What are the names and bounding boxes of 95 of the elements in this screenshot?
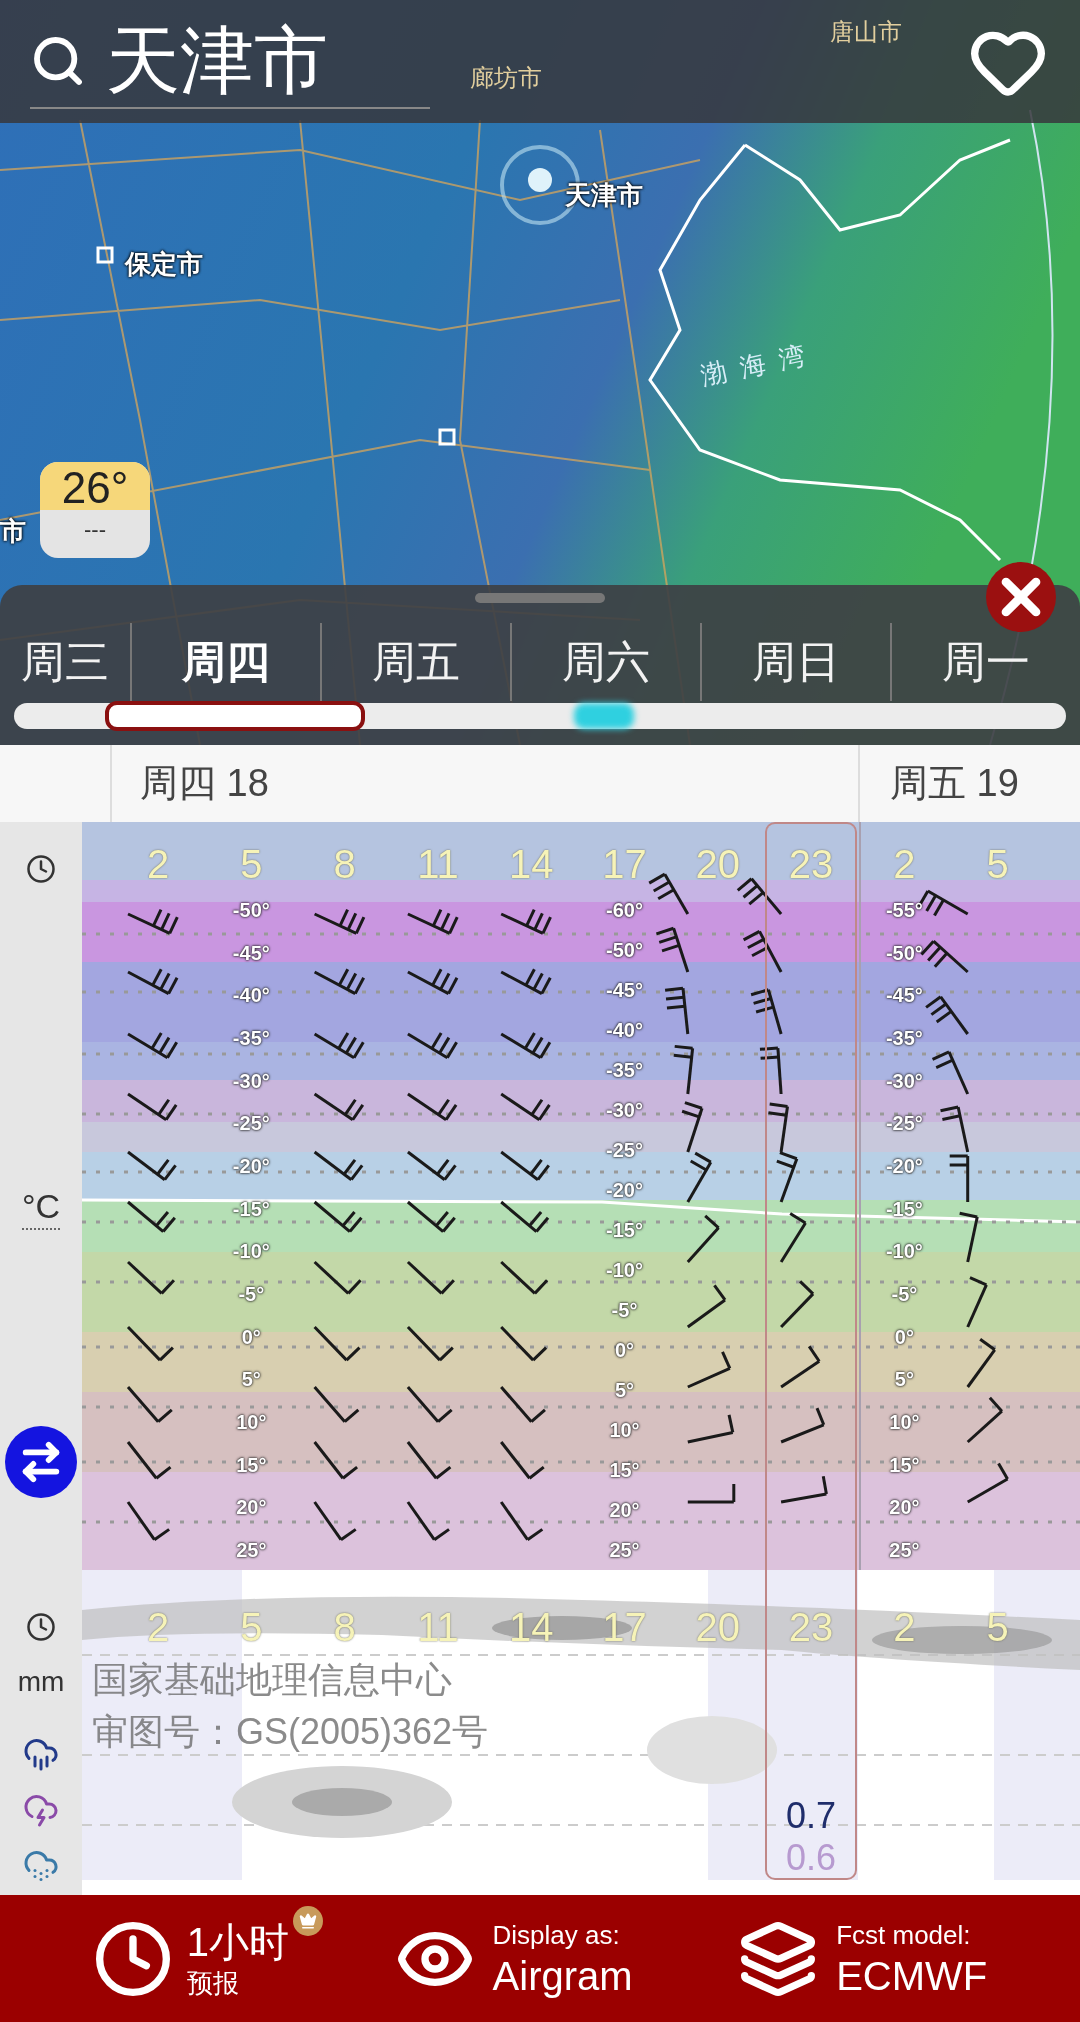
- precipitation-value: 0.7: [785, 1798, 838, 1834]
- isotherm-label: -5°: [890, 1284, 919, 1304]
- map-label: 市: [0, 515, 26, 548]
- hour-label: 2: [892, 844, 917, 884]
- map-label: 廊坊市: [470, 63, 542, 93]
- isotherm-label: 10°: [608, 1420, 641, 1440]
- hour-label: 14: [507, 844, 555, 884]
- isotherm-label: -5°: [237, 1284, 266, 1304]
- isotherm-label: 10°: [888, 1412, 921, 1432]
- isotherm-label: 10°: [235, 1412, 268, 1432]
- isotherm-label: -30°: [884, 1070, 924, 1091]
- isotherm-label: -20°: [884, 1156, 924, 1176]
- date-header: 周五 19: [889, 761, 1019, 806]
- isotherm-label: 0°: [893, 1326, 915, 1347]
- display-mode-button[interactable]: Display as: Airgram: [394, 1917, 633, 2000]
- interval-label: 1小时: [186, 1918, 289, 1966]
- isotherm-label: -10°: [231, 1241, 271, 1262]
- hour-label: 5: [985, 1607, 1010, 1647]
- isotherm-label: 25°: [235, 1540, 268, 1560]
- hour-label: 2: [145, 844, 171, 884]
- model-button[interactable]: Fcst model: ECMWF: [738, 1917, 988, 2000]
- map-attribution: 国家基础地理信息中心: [92, 1658, 453, 1702]
- interval-caption: 预报: [186, 1966, 239, 2000]
- isotherm-label: -60°: [605, 900, 644, 920]
- isotherm-label: -5°: [610, 1300, 639, 1320]
- isotherm-label: -20°: [231, 1156, 271, 1176]
- isotherm-label: -35°: [605, 1060, 644, 1080]
- day-tab[interactable]: 周日: [700, 623, 890, 701]
- isotherm-label: -50°: [884, 942, 924, 963]
- hour-label: 11: [416, 844, 460, 884]
- option-value: Airgram: [492, 1952, 633, 2000]
- isotherm-label: -10°: [605, 1260, 644, 1280]
- map-attribution: 审图号：GS(2005)362号: [92, 1710, 489, 1754]
- isotherm-label: 5°: [240, 1369, 262, 1390]
- unit-label: °C: [21, 1184, 61, 1230]
- isotherm-label: 0°: [240, 1326, 262, 1347]
- hour-label: 8: [332, 844, 357, 884]
- unit-label: mm: [17, 1668, 65, 1696]
- hour-label: 11: [416, 1607, 460, 1647]
- hour-label: 23: [787, 1607, 835, 1647]
- map-label: 唐山市: [830, 17, 902, 47]
- isotherm-label: 5°: [613, 1380, 636, 1400]
- hour-label: 5: [239, 1607, 264, 1647]
- temperature-badge[interactable]: 26° ---: [40, 462, 150, 558]
- hour-label: 20: [694, 1607, 742, 1647]
- isotherm-label: 15°: [608, 1460, 641, 1480]
- isotherm-label: -50°: [231, 900, 271, 920]
- isotherm-label: -55°: [884, 900, 924, 920]
- isotherm-label: -25°: [231, 1113, 271, 1134]
- isotherm-label: -35°: [884, 1028, 924, 1048]
- isotherm-label: -20°: [605, 1180, 644, 1200]
- hour-label: 17: [601, 844, 648, 884]
- hour-label: 5: [985, 844, 1010, 884]
- isotherm-label: -40°: [605, 1020, 644, 1040]
- hour-label: 8: [332, 1607, 357, 1647]
- isotherm-label: 5°: [893, 1369, 915, 1390]
- map-label: 保定市: [125, 248, 203, 281]
- isotherm-label: -30°: [605, 1100, 644, 1120]
- isotherm-label: 20°: [235, 1497, 268, 1518]
- hour-label: 23: [787, 844, 835, 884]
- hour-label: 20: [694, 844, 742, 884]
- hour-label: 14: [507, 1607, 555, 1647]
- isotherm-label: 25°: [888, 1540, 921, 1560]
- hour-label: 2: [892, 1607, 917, 1647]
- isotherm-label: 20°: [888, 1497, 921, 1518]
- isotherm-label: -15°: [605, 1220, 644, 1240]
- hour-label: 17: [601, 1607, 648, 1647]
- isotherm-label: -45°: [231, 942, 271, 963]
- option-value: ECMWF: [836, 1952, 988, 2000]
- interval-button[interactable]: 1小时 预报: [92, 1917, 289, 2000]
- isotherm-label: -15°: [884, 1198, 924, 1219]
- hour-label: 2: [145, 1607, 171, 1647]
- isotherm-label: -45°: [884, 985, 924, 1006]
- day-tab[interactable]: 周六: [510, 623, 700, 701]
- isotherm-label: -45°: [605, 980, 644, 1000]
- isotherm-label: -30°: [231, 1070, 271, 1091]
- isotherm-label: -25°: [605, 1140, 644, 1160]
- isotherm-label: 0°: [613, 1340, 636, 1360]
- isotherm-label: -50°: [605, 940, 644, 960]
- hour-label: 5: [239, 844, 264, 884]
- isotherm-label: -15°: [231, 1198, 271, 1219]
- option-caption: Fcst model:: [836, 1918, 971, 1952]
- isotherm-label: 20°: [608, 1500, 641, 1520]
- isotherm-label: -25°: [884, 1113, 924, 1134]
- isotherm-label: 15°: [888, 1454, 921, 1475]
- isotherm-label: -10°: [884, 1241, 924, 1262]
- isotherm-label: 25°: [608, 1540, 641, 1560]
- precipitation-value: 0.6: [785, 1840, 838, 1876]
- isotherm-label: -40°: [231, 985, 271, 1006]
- map-label: 渤海湾: [697, 335, 823, 394]
- isotherm-label: 15°: [235, 1454, 268, 1475]
- isotherm-label: -35°: [231, 1028, 271, 1048]
- option-caption: Display as:: [492, 1918, 620, 1952]
- search-field[interactable]: 天津市: [30, 14, 430, 109]
- day-tab[interactable]: 周三: [0, 623, 130, 701]
